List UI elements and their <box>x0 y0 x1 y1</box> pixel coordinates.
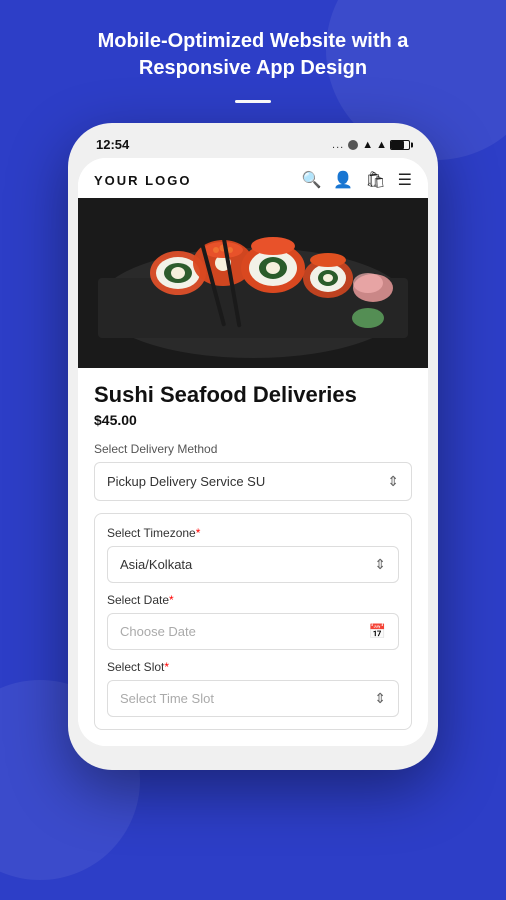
slot-label: Select Slot* <box>107 660 399 674</box>
phone-dots: ... <box>332 139 344 151</box>
timezone-select[interactable]: Asia/Kolkata ⇕ <box>107 546 399 583</box>
search-icon[interactable]: 🔍 <box>302 170 322 190</box>
user-icon[interactable]: 👤 <box>333 170 353 190</box>
phone-status-icons: ... ▲ ▲ <box>332 139 410 151</box>
product-price: $45.00 <box>94 412 412 428</box>
timezone-value: Asia/Kolkata <box>120 557 192 572</box>
product-title: Sushi Seafood Deliveries <box>94 382 412 408</box>
date-required-star: * <box>169 593 174 607</box>
nav-icons-group: 🔍 👤 🛍 ☰ <box>302 170 413 190</box>
phone-camera <box>348 140 358 150</box>
bag-icon[interactable]: 🛍 <box>365 170 385 190</box>
delivery-method-select[interactable]: Pickup Delivery Service SU ⇕ <box>94 462 412 501</box>
delivery-method-label: Select Delivery Method <box>94 442 412 456</box>
wifi-icon: ▲ <box>362 139 373 151</box>
phone-screen: YOUR LOGO 🔍 👤 🛍 ☰ <box>78 158 428 746</box>
page-header-title: Mobile-Optimized Website with a Responsi… <box>0 28 506 82</box>
header-divider <box>235 100 271 103</box>
date-placeholder: Choose Date <box>120 624 196 639</box>
slot-arrow-icon: ⇕ <box>374 690 386 707</box>
signal-icons: ▲ ▲ <box>362 139 410 151</box>
slot-required-star: * <box>164 660 169 674</box>
battery-fill <box>391 141 404 149</box>
calendar-icon: 📅 <box>369 623 386 640</box>
menu-icon[interactable]: ☰ <box>398 170 412 190</box>
timezone-label: Select Timezone* <box>107 526 399 540</box>
delivery-method-arrow-icon: ⇕ <box>387 473 399 490</box>
battery-icon <box>390 140 410 150</box>
date-picker[interactable]: Choose Date 📅 <box>107 613 399 650</box>
signal-icon: ▲ <box>376 139 387 151</box>
phone-frame: 12:54 ... ▲ ▲ YOUR LOGO 🔍 👤 🛍 ☰ <box>68 123 438 770</box>
app-logo: YOUR LOGO <box>94 173 191 188</box>
delivery-options-box: Select Timezone* Asia/Kolkata ⇕ Select D… <box>94 513 412 730</box>
timezone-arrow-icon: ⇕ <box>374 556 386 573</box>
phone-time: 12:54 <box>96 137 129 152</box>
sushi-svg <box>78 198 428 368</box>
app-navbar: YOUR LOGO 🔍 👤 🛍 ☰ <box>78 158 428 198</box>
timezone-required-star: * <box>196 526 201 540</box>
hero-image <box>78 198 428 368</box>
slot-select[interactable]: Select Time Slot ⇕ <box>107 680 399 717</box>
date-label: Select Date* <box>107 593 399 607</box>
delivery-method-value: Pickup Delivery Service SU <box>107 474 265 489</box>
slot-placeholder: Select Time Slot <box>120 691 214 706</box>
phone-status-bar: 12:54 ... ▲ ▲ <box>78 137 428 158</box>
content-area: Sushi Seafood Deliveries $45.00 Select D… <box>78 368 428 746</box>
